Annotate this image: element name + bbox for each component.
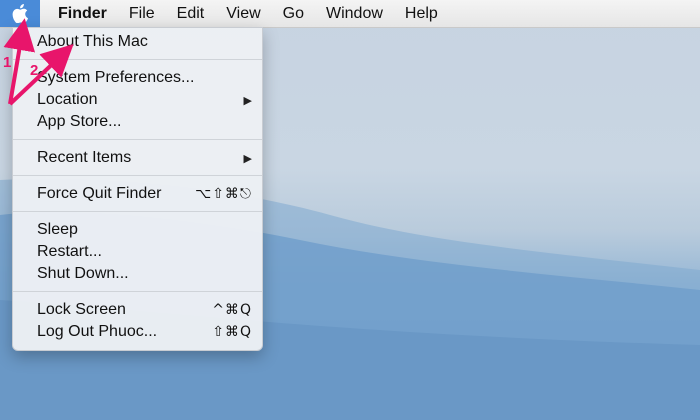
- menu-go[interactable]: Go: [272, 0, 315, 27]
- menu-finder[interactable]: Finder: [40, 0, 118, 27]
- menu-item-label: Recent Items: [37, 149, 132, 166]
- menu-bar: Finder File Edit View Go Window Help: [0, 0, 700, 28]
- menu-item-label: App Store...: [37, 113, 122, 130]
- keyboard-shortcut: ⌥⇧⌘⎋: [195, 186, 252, 202]
- submenu-arrow-icon: ▶: [243, 152, 252, 165]
- menu-item-location[interactable]: Location ▶: [13, 89, 262, 111]
- menu-separator: [13, 59, 262, 60]
- menu-separator: [13, 139, 262, 140]
- menu-item-label: Sleep: [37, 221, 78, 238]
- keyboard-shortcut: ⇧⌘Q: [212, 324, 252, 340]
- menu-item-label: Lock Screen: [37, 301, 126, 318]
- menu-item-sleep[interactable]: Sleep: [13, 219, 262, 241]
- menu-item-label: About This Mac: [37, 33, 148, 50]
- menu-edit[interactable]: Edit: [166, 0, 216, 27]
- menu-item-lock-screen[interactable]: Lock Screen ^⌘Q: [13, 299, 262, 321]
- menu-view[interactable]: View: [215, 0, 271, 27]
- menu-item-force-quit[interactable]: Force Quit Finder ⌥⇧⌘⎋: [13, 183, 262, 205]
- menu-file[interactable]: File: [118, 0, 166, 27]
- menu-item-label: Restart...: [37, 243, 102, 260]
- menu-item-recent-items[interactable]: Recent Items ▶: [13, 147, 262, 169]
- menu-item-label: Force Quit Finder: [37, 185, 162, 202]
- menu-item-label: Shut Down...: [37, 265, 129, 282]
- menu-item-about-this-mac[interactable]: About This Mac: [13, 31, 262, 53]
- menu-item-log-out[interactable]: Log Out Phuoc... ⇧⌘Q: [13, 321, 262, 343]
- menu-item-app-store[interactable]: App Store...: [13, 111, 262, 133]
- apple-menu-dropdown: About This Mac System Preferences... Loc…: [12, 27, 263, 351]
- submenu-arrow-icon: ▶: [243, 94, 252, 107]
- menu-separator: [13, 291, 262, 292]
- apple-logo-icon: [12, 4, 28, 23]
- menu-item-restart[interactable]: Restart...: [13, 241, 262, 263]
- menu-item-shut-down[interactable]: Shut Down...: [13, 263, 262, 285]
- menu-item-system-preferences[interactable]: System Preferences...: [13, 67, 262, 89]
- apple-menu-button[interactable]: [0, 0, 40, 27]
- annotation-step-2: 2: [30, 62, 39, 79]
- keyboard-shortcut: ^⌘Q: [212, 302, 252, 318]
- annotation-step-1: 1: [3, 54, 12, 71]
- menu-window[interactable]: Window: [315, 0, 394, 27]
- menu-help[interactable]: Help: [394, 0, 449, 27]
- menu-separator: [13, 211, 262, 212]
- menu-item-label: Log Out Phuoc...: [37, 323, 158, 340]
- menu-item-label: System Preferences...: [37, 69, 195, 86]
- menu-separator: [13, 175, 262, 176]
- menu-item-label: Location: [37, 91, 98, 108]
